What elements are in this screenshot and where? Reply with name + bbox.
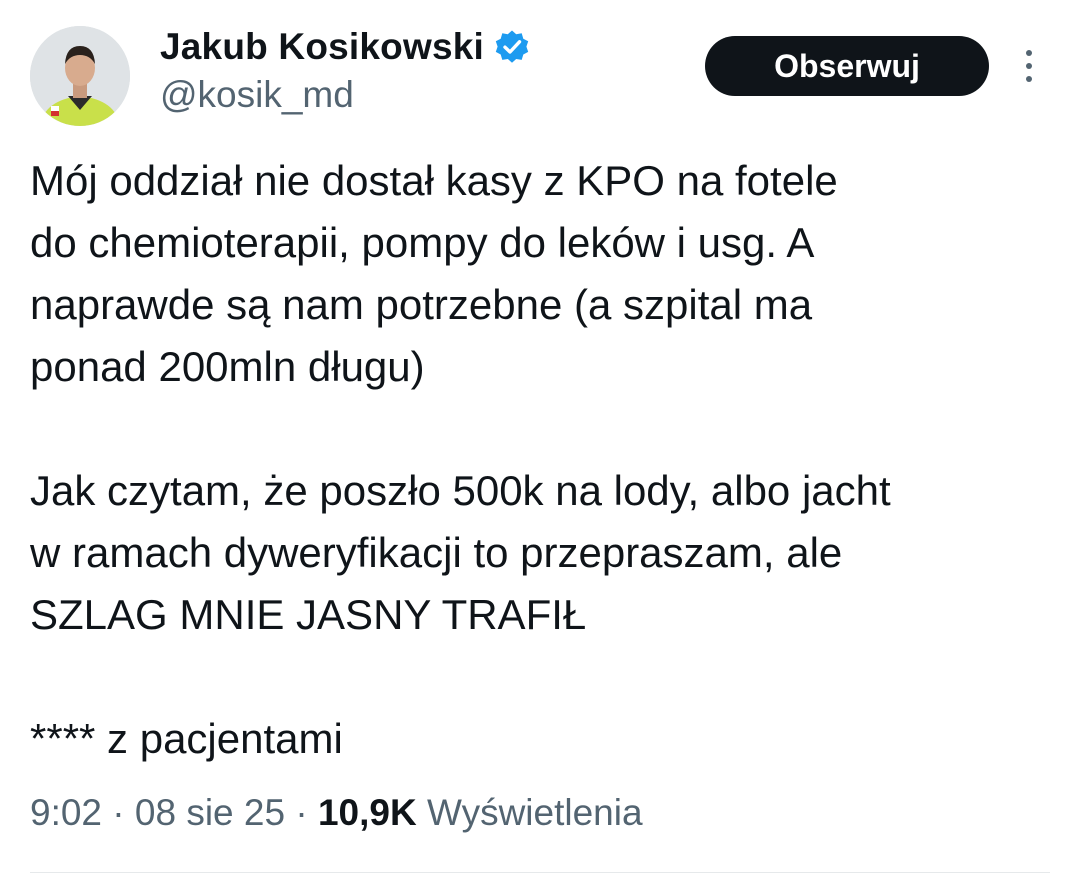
tweet-line: naprawde są nam potrzebne (a szpital ma [30,281,813,328]
avatar[interactable] [30,26,130,126]
tweet-line: ponad 200mln długu) [30,343,425,390]
author-handle[interactable]: @kosik_md [160,74,354,116]
tweet-text: Mój oddział nie dostał kasy z KPO na fot… [30,150,1060,770]
tweet-meta: 9:02 · 08 sie 25 · 10,9K Wyświetlenia [30,792,643,834]
meta-separator: · [285,792,318,833]
follow-button[interactable]: Obserwuj [705,36,989,96]
meta-separator: · [102,792,135,833]
tweet-line: Mój oddział nie dostał kasy z KPO na fot… [30,157,838,204]
tweet-line: do chemioterapii, pompy do leków i usg. … [30,219,815,266]
tweet-date[interactable]: 08 sie 25 [135,792,285,833]
author-name-row: Jakub Kosikowski [160,22,530,72]
more-vertical-icon[interactable] [1014,44,1044,88]
tweet-time[interactable]: 9:02 [30,792,102,833]
tweet-line: Jak czytam, że poszło 500k na lody, albo… [30,467,891,514]
views-count: 10,9K [317,792,417,833]
dot [1026,50,1032,56]
avatar-photo [30,26,130,126]
views-label: Wyświetlenia [426,792,643,833]
verified-badge-icon[interactable] [494,29,530,65]
tweet-line: SZLAG MNIE JASNY TRAFIŁ [30,591,587,638]
tweet-line: w ramach dyweryfikacji to przepraszam, a… [30,529,843,576]
dot [1026,63,1032,69]
divider [30,872,1050,873]
author-display-name[interactable]: Jakub Kosikowski [160,26,484,68]
dot [1026,76,1032,82]
tweet-line: **** z pacjentami [30,715,343,762]
